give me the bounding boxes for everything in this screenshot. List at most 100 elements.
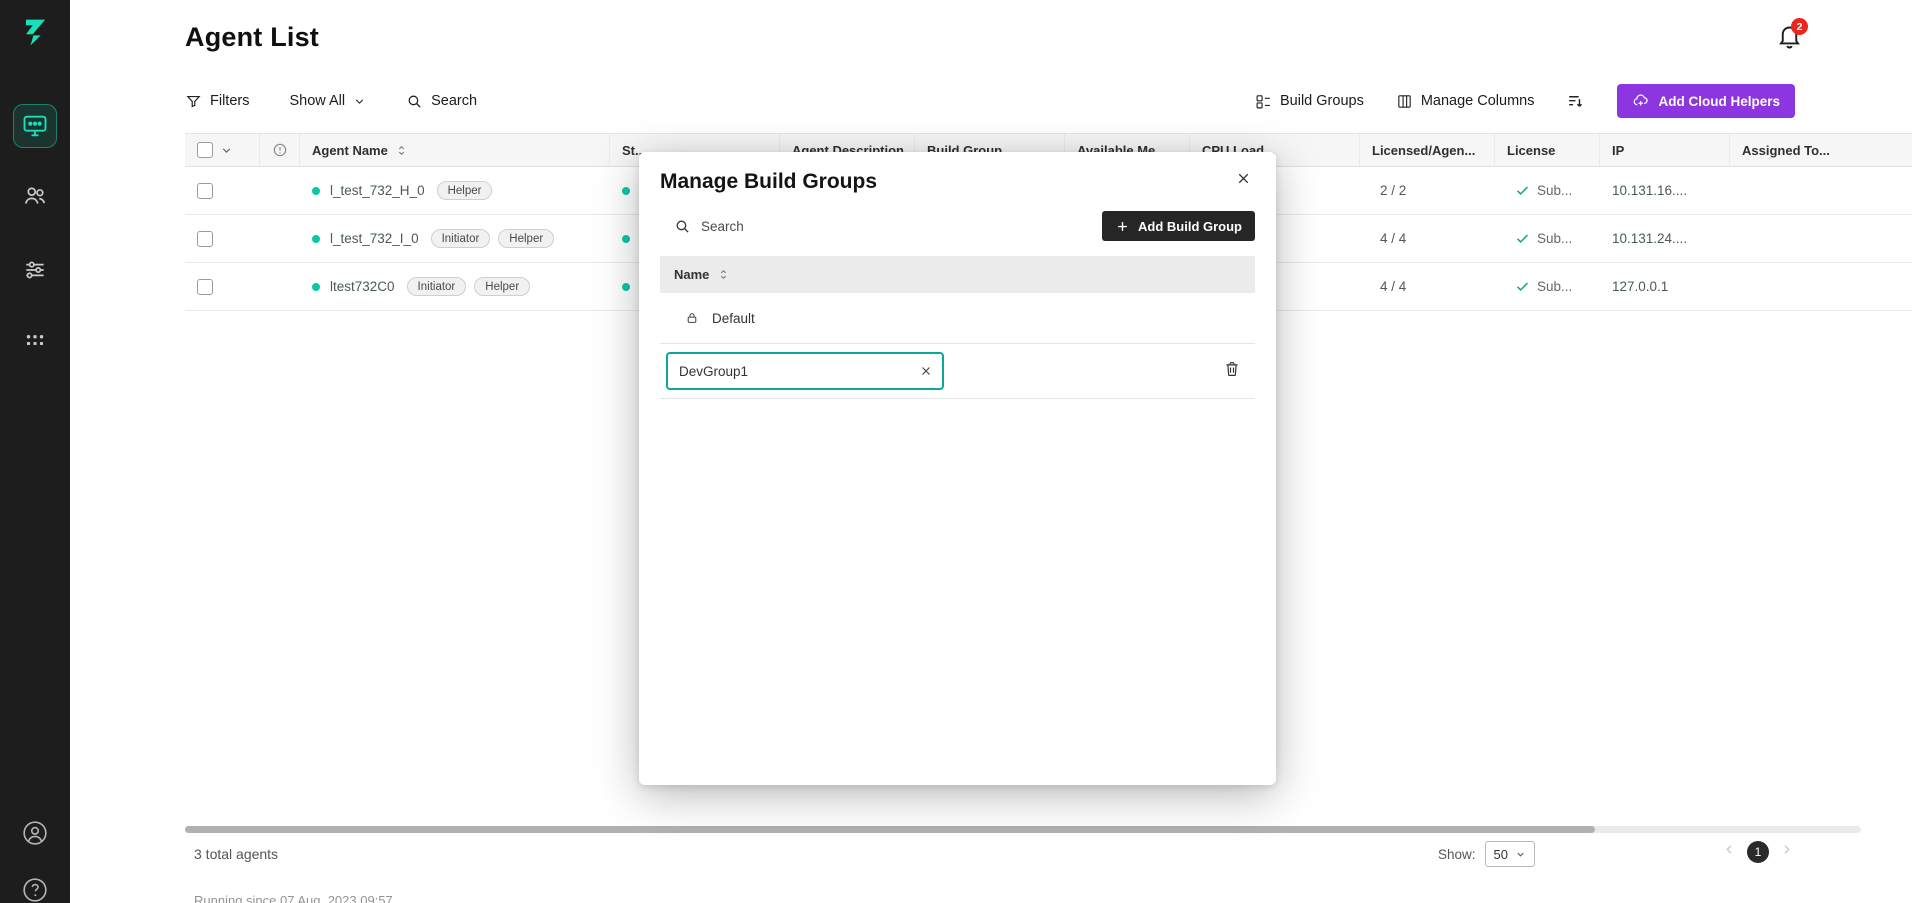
show-all-label: Show All: [289, 93, 345, 109]
sidebar-item-agents[interactable]: [13, 104, 57, 148]
manage-columns-button[interactable]: Manage Columns: [1396, 93, 1535, 110]
select-all-cell[interactable]: [185, 134, 260, 166]
check-icon: [1515, 279, 1530, 294]
prev-page-button[interactable]: [1722, 842, 1737, 862]
select-cell: [185, 167, 260, 214]
clear-icon: [919, 364, 933, 378]
column-header-assigned[interactable]: Assigned To...: [1730, 134, 1912, 166]
sort-order-button[interactable]: [1566, 92, 1585, 111]
search-button[interactable]: Search: [406, 93, 477, 110]
chevron-down-icon[interactable]: [220, 144, 233, 157]
license-text: Sub...: [1537, 231, 1572, 246]
horizontal-scrollbar[interactable]: [185, 826, 1861, 833]
sidebar-item-users[interactable]: [13, 174, 57, 218]
assigned-cell: [1730, 215, 1912, 262]
row-checkbox[interactable]: [197, 231, 213, 247]
page-title: Agent List: [185, 22, 319, 53]
sidebar-item-help[interactable]: [13, 868, 57, 903]
manage-build-groups-modal: Manage Build Groups Add Build Group Name…: [639, 152, 1276, 785]
agent-badge: Helper: [498, 229, 554, 248]
agent-name: l_test_732_I_0: [330, 231, 419, 246]
assigned-cell: [1730, 167, 1912, 214]
license-text: Sub...: [1537, 279, 1572, 294]
page-number-button[interactable]: 1: [1747, 841, 1769, 863]
select-all-checkbox[interactable]: [197, 142, 213, 158]
column-header-alerts[interactable]: [260, 134, 300, 166]
agent-dot: [312, 283, 320, 291]
sidebar-item-agent-groups[interactable]: [13, 318, 57, 362]
sidebar-item-profile[interactable]: [13, 811, 57, 855]
grid-dots-icon: [22, 327, 48, 353]
license-cell: Sub...: [1495, 263, 1600, 310]
select-cell: [185, 263, 260, 310]
delete-build-group-button[interactable]: [1223, 360, 1241, 383]
licensed-cell: 4 / 4: [1360, 263, 1495, 310]
scrollbar-thumb[interactable]: [185, 826, 1595, 833]
build-group-row[interactable]: Default: [660, 293, 1255, 344]
lock-icon: [685, 311, 699, 325]
agent-badge: Initiator: [407, 277, 467, 296]
column-label: IP: [1612, 143, 1624, 158]
agent-name: l_test_732_H_0: [330, 183, 425, 198]
assigned-cell: [1730, 263, 1912, 310]
users-icon: [22, 183, 48, 209]
column-label: Assigned To...: [1742, 143, 1830, 158]
licensed-cell: 2 / 2: [1360, 167, 1495, 214]
info-icon: [272, 142, 288, 158]
add-cloud-helpers-button[interactable]: Add Cloud Helpers: [1617, 84, 1795, 118]
alerts-cell: [260, 215, 300, 262]
add-build-group-button[interactable]: Add Build Group: [1102, 211, 1255, 241]
agent-name-cell: l_test_732_I_0 Initiator Helper: [300, 215, 610, 262]
modal-search-input[interactable]: [701, 219, 901, 234]
column-header-agent-name[interactable]: Agent Name: [300, 134, 610, 166]
build-group-name-input[interactable]: [666, 352, 944, 390]
help-icon: [22, 877, 48, 903]
sort-updown-icon[interactable]: [395, 144, 408, 157]
page-size-control: Show: 50: [1438, 841, 1535, 867]
check-icon: [1515, 183, 1530, 198]
agent-name-cell: l_test_732_H_0 Helper: [300, 167, 610, 214]
manage-columns-label: Manage Columns: [1421, 93, 1535, 109]
pagination: 1: [1722, 841, 1794, 863]
trash-icon: [1223, 360, 1241, 378]
build-groups-button[interactable]: Build Groups: [1255, 93, 1364, 110]
agent-badge: Helper: [474, 277, 530, 296]
ip-cell: 10.131.16....: [1600, 167, 1730, 214]
page-size-select[interactable]: 50: [1485, 841, 1535, 867]
modal-close-button[interactable]: [1235, 170, 1252, 192]
check-icon: [1515, 231, 1530, 246]
edit-box: [666, 352, 944, 390]
column-header-ip[interactable]: IP: [1600, 134, 1730, 166]
page-size-value: 50: [1494, 847, 1508, 862]
search-label: Search: [431, 93, 477, 109]
ip-cell: 10.131.24....: [1600, 215, 1730, 262]
next-page-button[interactable]: [1779, 842, 1794, 862]
column-label: Agent Name: [312, 143, 388, 158]
column-header-license[interactable]: License: [1495, 134, 1600, 166]
chevron-left-icon: [1722, 842, 1737, 857]
search-icon: [406, 93, 423, 110]
sidebar-item-settings[interactable]: [13, 248, 57, 292]
alerts-cell: [260, 263, 300, 310]
agents-monitor-icon: [21, 112, 49, 140]
filters-label: Filters: [210, 93, 249, 109]
row-checkbox[interactable]: [197, 183, 213, 199]
license-cell: Sub...: [1495, 167, 1600, 214]
column-label: License: [1507, 143, 1555, 158]
toolbar: Filters Show All Search Build Groups Man…: [185, 81, 1795, 121]
show-all-dropdown[interactable]: Show All: [289, 93, 366, 109]
column-header-licensed[interactable]: Licensed/Agen...: [1360, 134, 1495, 166]
modal-name-column-header[interactable]: Name: [660, 256, 1255, 293]
sort-updown-icon[interactable]: [717, 268, 730, 281]
running-since-text: Running since 07 Aug, 2023 09:57: [194, 893, 393, 903]
notifications-button[interactable]: 2: [1772, 22, 1806, 56]
avatar-icon: [22, 820, 48, 846]
clear-input-button[interactable]: [917, 362, 935, 380]
filter-funnel-icon: [185, 93, 202, 110]
license-text: Sub...: [1537, 183, 1572, 198]
licensed-cell: 4 / 4: [1360, 215, 1495, 262]
plus-icon: [1115, 219, 1130, 234]
row-checkbox[interactable]: [197, 279, 213, 295]
status-dot: [622, 235, 630, 243]
filters-button[interactable]: Filters: [185, 93, 249, 110]
